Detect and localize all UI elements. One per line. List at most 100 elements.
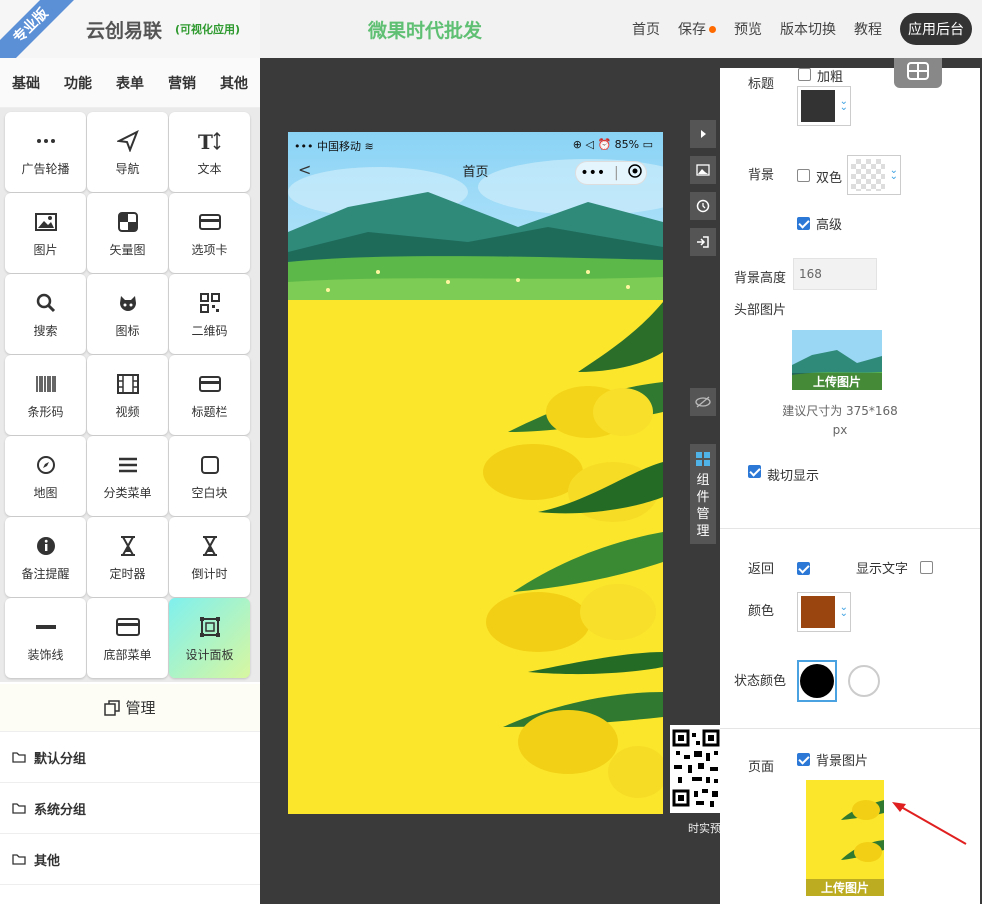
more-icon[interactable]: ••• — [580, 165, 605, 181]
dual-color-checkbox[interactable] — [797, 169, 810, 182]
vector-icon — [117, 209, 138, 235]
target-icon[interactable] — [627, 164, 642, 182]
film-icon — [116, 371, 139, 397]
title-label: 标题 — [748, 77, 775, 92]
component-search[interactable]: 搜索 — [5, 274, 86, 354]
component-design-panel[interactable]: 设计面板 — [169, 598, 250, 678]
expand-arrow-icon[interactable] — [690, 120, 716, 148]
history-icon[interactable] — [690, 192, 716, 220]
group-system[interactable]: 系统分组 — [0, 783, 260, 834]
group-label: 系统分组 — [34, 802, 87, 818]
component-label: 定时器 — [109, 566, 146, 581]
login-icon[interactable] — [690, 228, 716, 256]
component-manager-char: 件 — [696, 490, 710, 505]
component-barcode[interactable]: 条形码 — [5, 355, 86, 435]
component-category-menu[interactable]: 分类菜单 — [87, 436, 168, 516]
red-arrow-annotation — [892, 802, 967, 845]
status-color-white-option[interactable] — [848, 665, 880, 697]
title-color-picker[interactable]: ⌄ ⌄ — [797, 86, 851, 126]
component-nav[interactable]: 导航 — [87, 112, 168, 192]
component-map[interactable]: 地图 — [5, 436, 86, 516]
mini-program-capsule[interactable]: ••• | — [575, 161, 647, 185]
battery: ⊕ ◁ ⏰ 85% ▭ — [572, 138, 653, 151]
component-qrcode[interactable]: 二维码 — [169, 274, 250, 354]
unsaved-dot — [709, 25, 716, 33]
manage-header[interactable]: 管理 — [0, 684, 260, 732]
tab-function[interactable]: 功能 — [64, 73, 92, 93]
copy-icon — [104, 699, 121, 716]
background-color-picker[interactable]: ⌄ ⌄ — [847, 155, 901, 195]
tab-basic[interactable]: 基础 — [12, 73, 40, 93]
pro-badge: 专业版 — [0, 0, 86, 58]
header-image: ••• 中国移动 ≋ ⊕ ◁ ⏰ 85% ▭ < 首页 ••• | — [288, 132, 663, 300]
section-divider — [720, 528, 980, 529]
capsule-divider: | — [614, 165, 619, 181]
crop-display-checkbox[interactable] — [748, 465, 761, 478]
advanced-checkbox[interactable] — [797, 217, 810, 230]
tab-marketing[interactable]: 营销 — [168, 73, 196, 93]
title-color-swatch — [801, 90, 835, 122]
advanced-label: 高级 — [816, 218, 843, 233]
nav-tutorial[interactable]: 教程 — [854, 19, 882, 39]
square-icon — [200, 452, 219, 478]
upload-label: 上传图片 — [792, 373, 882, 390]
component-bottom-menu[interactable]: 底部菜单 — [87, 598, 168, 678]
component-label: 矢量图 — [109, 242, 146, 257]
bg-image-checkbox[interactable] — [797, 753, 810, 766]
component-carousel[interactable]: 广告轮播 — [5, 112, 86, 192]
transparent-swatch — [851, 159, 885, 191]
component-divider-line[interactable]: 装饰线 — [5, 598, 86, 678]
component-label: 导航 — [115, 161, 140, 176]
line-icon — [35, 614, 57, 640]
black-swatch — [800, 664, 834, 698]
status-color-black-option[interactable] — [797, 660, 837, 702]
component-manager-button[interactable]: 组 件 管 理 — [690, 444, 716, 544]
admin-button[interactable]: 应用后台 — [900, 13, 972, 45]
bg-height-input[interactable]: 168 — [793, 258, 877, 290]
tab-other[interactable]: 其他 — [220, 73, 248, 93]
show-text-checkbox[interactable] — [920, 561, 933, 574]
nav-version-switch[interactable]: 版本切换 — [780, 19, 836, 39]
tab-form[interactable]: 表单 — [116, 73, 144, 93]
component-label: 装饰线 — [27, 647, 64, 662]
component-timer[interactable]: 定时器 — [87, 517, 168, 597]
eye-off-icon[interactable] — [690, 388, 716, 416]
back-checkbox[interactable] — [797, 562, 810, 575]
design-icon — [199, 614, 221, 640]
component-notice[interactable]: 备注提醒 — [5, 517, 86, 597]
component-image[interactable]: 图片 — [5, 193, 86, 273]
nav-home[interactable]: 首页 — [632, 19, 660, 39]
hourglass-icon — [201, 533, 219, 559]
grid-icon — [696, 452, 710, 466]
phone-preview[interactable]: ••• 中国移动 ≋ ⊕ ◁ ⏰ 85% ▭ < 首页 ••• | — [288, 132, 663, 814]
page-bg-image-upload[interactable]: 上传图片 — [806, 780, 884, 896]
component-vector[interactable]: 矢量图 — [87, 193, 168, 273]
component-titlebar[interactable]: 标题栏 — [169, 355, 250, 435]
background-label: 背景 — [748, 168, 775, 183]
image-tool-icon[interactable] — [690, 156, 716, 184]
nav-preview[interactable]: 预览 — [734, 19, 762, 39]
component-tabs[interactable]: 选项卡 — [169, 193, 250, 273]
component-blank[interactable]: 空白块 — [169, 436, 250, 516]
component-label: 备注提醒 — [21, 566, 70, 581]
component-countdown[interactable]: 倒计时 — [169, 517, 250, 597]
back-color-picker[interactable]: ⌄ ⌄ — [797, 592, 851, 632]
component-label: 选项卡 — [191, 242, 228, 257]
phone-status-bar: ••• 中国移动 ≋ ⊕ ◁ ⏰ 85% ▭ — [288, 136, 663, 154]
brand: 专业版 云创易联 (可视化应用) — [0, 0, 260, 58]
panel-toggle[interactable] — [894, 58, 942, 88]
group-other[interactable]: 其他 — [0, 834, 260, 885]
component-video[interactable]: 视频 — [87, 355, 168, 435]
group-default[interactable]: 默认分组 — [0, 732, 260, 783]
bold-checkbox[interactable] — [798, 68, 811, 81]
component-label: 空白块 — [191, 485, 228, 500]
component-text[interactable]: T 文本 — [169, 112, 250, 192]
header-image-upload[interactable]: 上传图片 — [792, 330, 882, 390]
component-icon[interactable]: 图标 — [87, 274, 168, 354]
card-icon — [198, 209, 221, 235]
app-title: 微果时代批发 — [368, 20, 483, 42]
nav-save[interactable]: 保存 — [678, 19, 716, 39]
component-label: 文本 — [197, 161, 222, 176]
component-label: 视频 — [115, 404, 140, 419]
brand-name: 云创易联 — [86, 20, 163, 42]
